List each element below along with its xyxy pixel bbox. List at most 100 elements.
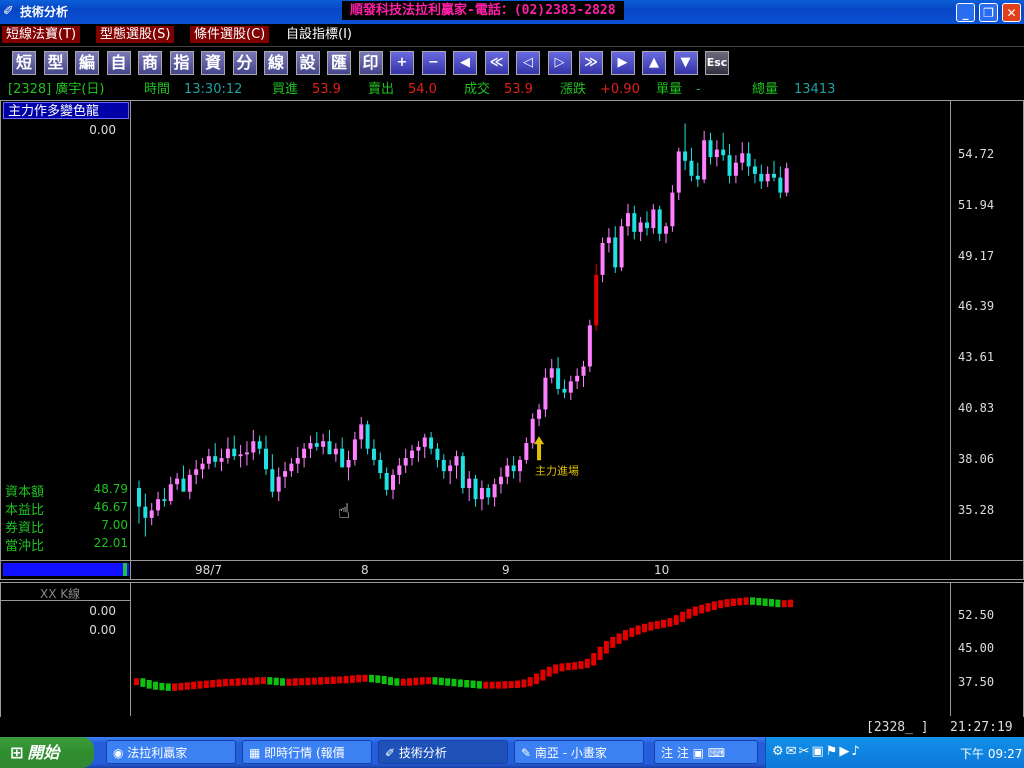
toolbar-commodity-button[interactable]: 商 — [138, 51, 162, 75]
toolbar-export-button[interactable]: 匯 — [327, 51, 351, 75]
candlestick-chart[interactable]: 主力進場 — [131, 101, 949, 559]
toolbar-print-button[interactable]: 印 — [358, 51, 383, 75]
taskbar-item-tech-analysis[interactable]: ✐ 技術分析 — [378, 740, 508, 764]
indicator-bar — [388, 677, 393, 686]
indicator-bar — [578, 661, 584, 670]
toolbar-split-button[interactable]: 分 — [232, 51, 257, 75]
toolbar-pattern-button[interactable]: 型 — [43, 51, 68, 75]
indicator-bar — [781, 600, 787, 608]
indicator-bar — [476, 681, 482, 689]
close-button[interactable]: ✕ — [1002, 3, 1021, 22]
toolbar-down-button[interactable]: ▼ — [673, 51, 698, 75]
chart-scroll-thumb[interactable] — [123, 563, 127, 576]
toolbar-back-button[interactable]: ◁ — [516, 51, 540, 75]
indicator-bar — [648, 622, 654, 631]
menu-short-term[interactable]: 短線法寶(T) — [2, 26, 81, 43]
candle-body — [676, 151, 681, 193]
candle-body — [257, 441, 262, 449]
tray-icons[interactable]: ⚙✉✂▣⚑▶♪ — [772, 744, 862, 759]
toolbar-index-button[interactable]: 指 — [169, 51, 194, 75]
toolbar-last-button[interactable]: ▶ — [610, 51, 635, 75]
menu-condition-screen[interactable]: 條件選股(C) — [190, 26, 270, 43]
candle-body — [225, 448, 230, 459]
indicator-bar — [489, 681, 495, 689]
candle-body — [575, 375, 580, 382]
indicator-bar — [172, 683, 178, 691]
toolbar-up-button[interactable]: ▲ — [642, 51, 666, 75]
candle-body — [524, 443, 529, 460]
quote-total: 13413 — [794, 82, 836, 97]
indicator-bar — [445, 678, 451, 686]
indicator-bar — [203, 680, 209, 689]
price-axis-divider — [950, 100, 951, 560]
toolbar-settings-button[interactable]: 設 — [295, 51, 320, 75]
taskbar-item-label: 南亞 - 小畫家 — [534, 746, 607, 760]
toolbar-fast-back-button[interactable]: ≪ — [484, 51, 509, 75]
candle-body — [384, 473, 389, 490]
indicator-bar — [197, 681, 203, 689]
price-tick-label: 38.06 — [958, 452, 995, 466]
taskbar-item-label: 即時行情 (報價 — [264, 746, 345, 760]
toolbar-edit-button[interactable]: 編 — [75, 51, 99, 75]
start-button[interactable]: ⊞ 開始 — [0, 737, 94, 768]
toolbar-self-button[interactable]: 自 — [106, 51, 131, 75]
indicator-scale-label: 37.50 — [958, 675, 995, 689]
indicator-bar — [699, 604, 705, 614]
toolbar-forward-button[interactable]: ▷ — [547, 51, 572, 75]
symbol-input[interactable]: [2328_ ] — [866, 720, 929, 735]
minimize-button[interactable]: _ — [956, 3, 975, 22]
candle-body — [537, 409, 542, 419]
stat-value-pe: 46.67 — [93, 500, 128, 514]
taskbar-item-paint[interactable]: ✎ 南亞 - 小畫家 — [514, 740, 644, 764]
menu-pattern-screen[interactable]: 型態選股(S) — [96, 26, 175, 43]
candle-body — [149, 510, 154, 518]
indicator-bar — [705, 603, 711, 612]
start-label: 開始 — [27, 743, 60, 762]
candle-body — [295, 458, 300, 464]
ime-toolbar[interactable]: 注 注 ▣ ⌨ — [654, 740, 758, 764]
candle-body — [702, 140, 707, 180]
taskbar-item-ferrari[interactable]: ◉ 法拉利贏家 — [106, 740, 236, 764]
candle-body — [429, 437, 434, 449]
stat-value-short-margin: 7.00 — [101, 518, 128, 532]
candle-body — [175, 478, 180, 485]
candle-body — [276, 476, 281, 492]
indicator-bar — [191, 681, 197, 690]
chart-scroll-bar[interactable] — [3, 563, 129, 576]
indicator-bar — [584, 658, 590, 668]
toolbar-fast-forward-button[interactable]: ≫ — [579, 51, 603, 75]
toolbar-zoom-in-button[interactable]: + — [390, 51, 414, 75]
entry-arrow-icon — [534, 436, 545, 461]
candle-body — [562, 388, 567, 393]
indicator-bar — [661, 619, 667, 628]
candle-body — [365, 424, 370, 449]
indicator-bar — [292, 678, 298, 686]
candle-body — [695, 175, 700, 180]
toolbar-line-button[interactable]: 線 — [264, 51, 288, 75]
toolbar-short-button[interactable]: 短 — [12, 51, 36, 75]
menu-custom-indicator[interactable]: 自設指標(I) — [282, 26, 356, 43]
candle-body — [194, 469, 199, 475]
candle-body — [606, 237, 611, 244]
indicator-bar — [724, 599, 730, 608]
candle-body — [505, 465, 510, 477]
main-indicator-name[interactable]: 主力作多變色龍 — [3, 102, 129, 119]
candle-body — [651, 209, 656, 229]
indicator-bar — [337, 676, 343, 684]
toolbar-first-button[interactable]: ◀ — [453, 51, 477, 75]
candle-body — [251, 441, 256, 453]
candle-body — [594, 274, 599, 326]
quote-change: +0.90 — [600, 82, 640, 97]
toolbar-zoom-out-button[interactable]: − — [421, 51, 446, 75]
indicator-title[interactable]: XX K線 — [40, 585, 80, 602]
toolbar-data-button[interactable]: 資 — [201, 51, 225, 75]
quote-time: 13:30:12 — [184, 82, 243, 97]
taskbar-item-quotes[interactable]: ▦ 即時行情 (報價 — [242, 740, 372, 764]
indicator-bar — [159, 682, 165, 691]
toolbar-escape-button[interactable]: Esc — [705, 51, 729, 75]
indicator-bar — [743, 597, 749, 605]
entry-annotation: 主力進場 — [535, 464, 579, 477]
maximize-button[interactable]: ❐ — [979, 3, 998, 22]
indicator-bar — [349, 675, 355, 683]
indicator-bar — [210, 679, 216, 688]
